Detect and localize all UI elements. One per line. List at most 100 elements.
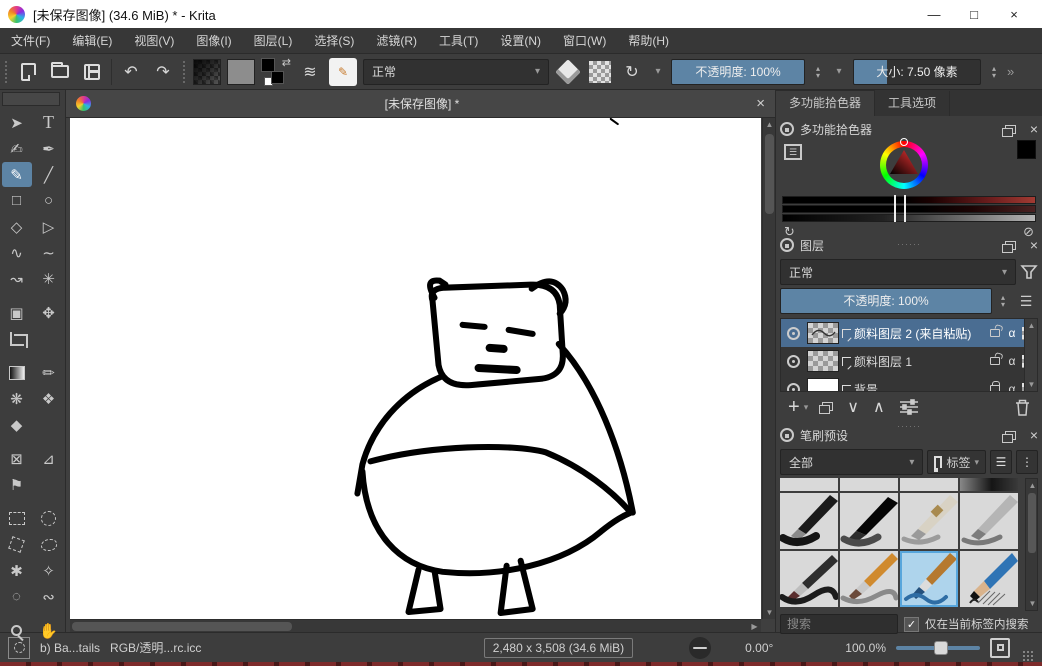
tool-calligraphy[interactable]: ✒ (34, 136, 64, 161)
tag-button[interactable]: 标签 ▾ (927, 450, 986, 474)
scroll-up-icon[interactable]: ▲ (1025, 319, 1038, 332)
brush-tile-eraser3[interactable] (900, 478, 958, 491)
tool-magic-wand[interactable]: ✱ (2, 558, 32, 583)
tool-crop[interactable] (2, 326, 32, 351)
minimize-button[interactable]: — (914, 7, 954, 22)
layer-menu-icon[interactable]: ☰ (1014, 293, 1038, 310)
toolbox-drag-tab[interactable] (2, 92, 60, 106)
fit-canvas-button[interactable] (990, 638, 1010, 658)
layer-lock-icon[interactable] (990, 385, 1000, 392)
gradient-bar-1[interactable] (782, 196, 1036, 204)
layer-properties-icon[interactable] (899, 399, 919, 415)
tool-colorize-mask[interactable]: ❋ (2, 386, 32, 411)
scroll-down-icon[interactable]: ▼ (1026, 597, 1039, 610)
layer-filter-icon[interactable] (1020, 263, 1038, 281)
layer-opacity-spinner[interactable]: ▴▾ (996, 294, 1010, 308)
tool-ellipse-select[interactable] (34, 506, 64, 531)
tool-polygon[interactable]: ◇ (2, 214, 32, 239)
menu-tools[interactable]: 工具(T) (428, 28, 489, 54)
tool-gradient[interactable] (2, 360, 32, 385)
brush-search-input[interactable] (780, 614, 898, 634)
add-layer-dropdown[interactable]: ▾ (804, 402, 809, 413)
brush-size-slider[interactable]: 大小: 7.50 像素 (853, 59, 981, 85)
tool-rectangle[interactable]: □ (2, 188, 32, 213)
move-layer-down-button[interactable]: ∨ (847, 397, 859, 417)
save-button[interactable] (79, 59, 105, 85)
tool-line[interactable]: ╱ (34, 162, 64, 187)
tool-polygon-select[interactable] (2, 532, 32, 557)
selector-settings-icon[interactable]: ☰ (784, 144, 802, 160)
foreground-background-colors[interactable]: ⇄ (261, 58, 291, 86)
panel-lock-icon[interactable] (780, 122, 794, 136)
canvas-close-icon[interactable]: × (745, 95, 765, 112)
zoom-slider-thumb[interactable] (934, 641, 948, 655)
tool-edit-shapes[interactable]: ✍ (2, 136, 32, 161)
tool-color-sampler[interactable]: ✏ (34, 360, 64, 385)
float-panel-icon[interactable] (1005, 431, 1016, 440)
tool-text[interactable]: T (34, 110, 64, 135)
tool-ellipse[interactable]: ○ (34, 188, 64, 213)
opacity-dropdown-arrow[interactable]: ▾ (831, 59, 847, 85)
canvas-vertical-scrollbar[interactable]: ▲ ▼ (762, 118, 775, 619)
display-mode-button[interactable]: ☰ (990, 450, 1012, 474)
foreground-color-swatch[interactable] (261, 58, 275, 72)
delete-layer-icon[interactable] (1015, 399, 1030, 416)
tool-similar-select[interactable]: ✧ (34, 558, 64, 583)
canvas-horizontal-scrollbar[interactable]: ▶ (70, 619, 761, 632)
alpha-lock-icon[interactable]: α (1005, 354, 1019, 368)
scroll-up-icon[interactable]: ▲ (1026, 479, 1039, 492)
menu-layer[interactable]: 图层(L) (243, 28, 304, 54)
brush-tile-blue-pencil[interactable] (960, 551, 1018, 607)
hscroll-thumb[interactable] (72, 622, 292, 631)
window-resize-grip[interactable] (1022, 650, 1034, 662)
preserve-alpha-button[interactable] (587, 59, 613, 85)
tool-polyline[interactable]: ▷ (34, 214, 64, 239)
brush-editor-button[interactable]: ✎ (329, 58, 357, 86)
status-rotation-angle[interactable]: 0.00° (745, 641, 773, 655)
open-document-button[interactable] (47, 59, 73, 85)
layer-list-scrollbar[interactable]: ▲ ▼ (1024, 319, 1037, 391)
tool-dynamic-brush[interactable]: ↝ (2, 266, 32, 291)
brush-tile-orange-brush[interactable] (840, 551, 898, 607)
tool-assistants[interactable]: ⊠ (2, 446, 32, 471)
menu-window[interactable]: 窗口(W) (552, 28, 617, 54)
brush-tile-ink-brush[interactable] (840, 493, 898, 549)
color-history-bars[interactable] (782, 196, 1036, 222)
undo-button[interactable]: ↶ (118, 59, 144, 85)
tool-pan[interactable]: ✋ (34, 618, 64, 643)
tool-reference-images[interactable]: ⚑ (2, 472, 32, 497)
brush-tile-gray-pen[interactable] (960, 493, 1018, 549)
selection-mode-button[interactable] (8, 637, 30, 659)
tool-transform-select[interactable]: ➤ (2, 110, 32, 135)
panel-lock-icon[interactable] (780, 428, 794, 442)
menu-image[interactable]: 图像(I) (185, 28, 242, 54)
status-zoom-level[interactable]: 100.0% (845, 641, 886, 655)
reload-dropdown-arrow[interactable]: ▾ (651, 59, 665, 85)
move-layer-up-button[interactable]: ∧ (873, 397, 885, 417)
menu-filter[interactable]: 滤镜(R) (365, 28, 428, 54)
panel-lock-icon[interactable] (780, 238, 794, 252)
tool-freehand-path[interactable]: ∼ (34, 240, 64, 265)
toolbar-overflow-button[interactable]: » (1007, 64, 1014, 79)
color-wheel[interactable] (880, 141, 928, 189)
layer-lock-icon[interactable] (990, 329, 1000, 337)
swap-colors-icon[interactable]: ⇄ (282, 56, 291, 69)
brush-tile-smudge[interactable] (960, 478, 1018, 491)
tab-tool-options[interactable]: 工具选项 (875, 91, 950, 116)
tool-measure[interactable]: ⊿ (34, 446, 64, 471)
tool-freehand-select[interactable] (34, 532, 64, 557)
status-brush-name[interactable]: b) Ba...tails (40, 641, 100, 655)
layer-row-paint1[interactable]: 颜料图层 1 α (781, 347, 1037, 375)
canvas-tab-title[interactable]: [未保存图像] * (99, 95, 745, 112)
menu-select[interactable]: 选择(S) (303, 28, 365, 54)
tool-multibrush[interactable]: ✳ (34, 266, 64, 291)
gradient-bar-3[interactable] (782, 214, 1036, 222)
float-panel-icon[interactable] (1005, 241, 1016, 250)
tool-transform[interactable]: ▣ (2, 300, 32, 325)
color-triangle[interactable] (886, 147, 922, 183)
layer-lock-icon[interactable] (990, 357, 1000, 365)
menu-file[interactable]: 文件(F) (0, 28, 61, 54)
blend-mode-dropdown[interactable]: 正常 ▾ (363, 59, 549, 85)
choose-workspace-button[interactable]: ≋ (297, 59, 323, 85)
maximize-button[interactable]: □ (954, 7, 994, 22)
